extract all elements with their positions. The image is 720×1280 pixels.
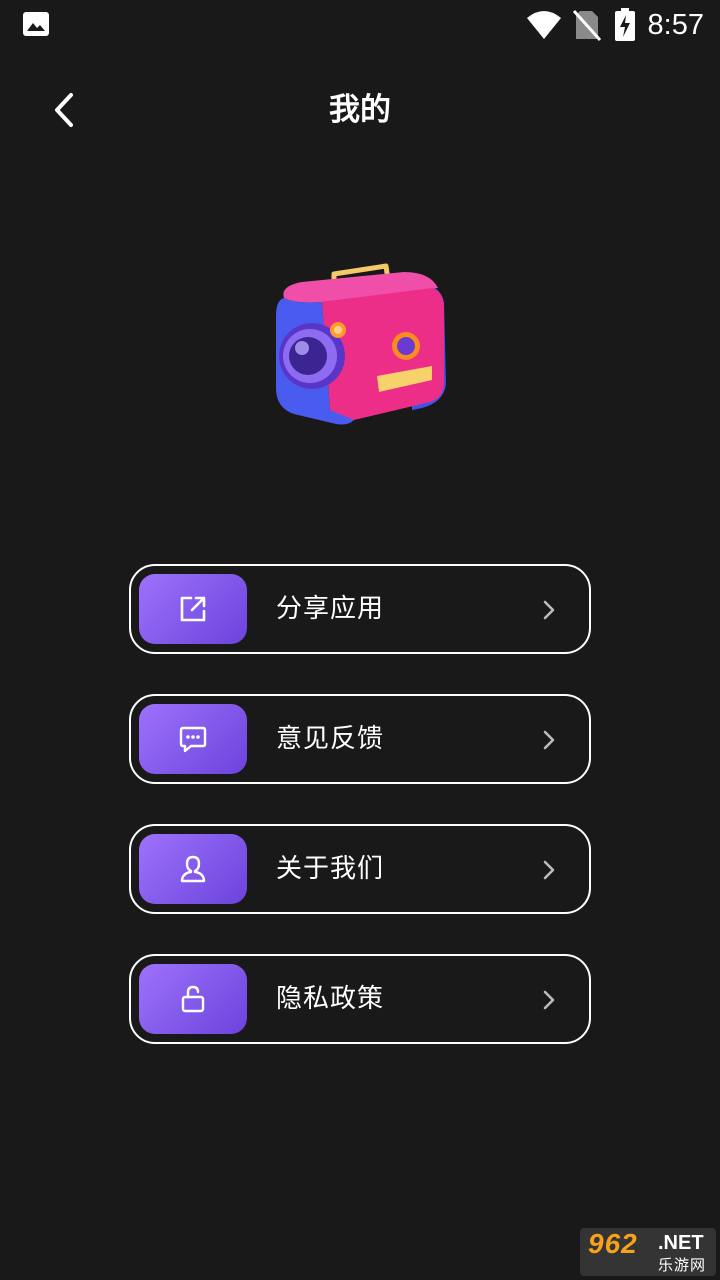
menu-item-label: 分享应用 bbox=[276, 594, 385, 624]
menu-item-label: 意见反馈 bbox=[276, 724, 385, 754]
menu-item-share-app[interactable]: 分享应用 bbox=[129, 564, 591, 654]
camera-3d-illustration bbox=[276, 263, 446, 425]
menu-icon-box bbox=[139, 704, 247, 774]
watermark-sub: 乐游网 bbox=[658, 1256, 707, 1274]
menu-icon-box bbox=[139, 964, 247, 1034]
gallery-icon bbox=[23, 12, 49, 36]
menu-icon-box bbox=[139, 574, 247, 644]
status-bar: 8:57 bbox=[0, 0, 720, 50]
menu-icon-box bbox=[139, 834, 247, 904]
menu-item-label: 隐私政策 bbox=[276, 984, 385, 1014]
watermark-net: .NET bbox=[658, 1232, 704, 1254]
menu-item-feedback[interactable]: 意见反馈 bbox=[129, 694, 591, 784]
menu-item-label: 关于我们 bbox=[276, 854, 385, 884]
battery-charging-icon bbox=[614, 8, 635, 41]
chevron-right-icon bbox=[543, 600, 555, 620]
chevron-right-icon bbox=[543, 730, 555, 750]
chevron-right-icon bbox=[543, 860, 555, 880]
user-icon bbox=[180, 855, 206, 883]
profile-screen: 8:57 我的 分享应用 意见反馈 关于我们 隐私政策 962 .NET 乐游网 bbox=[0, 0, 720, 1280]
menu-item-about-us[interactable]: 关于我们 bbox=[129, 824, 591, 914]
no-sim-icon bbox=[572, 9, 601, 41]
site-watermark: 962 .NET 乐游网 bbox=[580, 1228, 716, 1276]
page-title: 我的 bbox=[329, 92, 391, 128]
status-icons: 8:57 bbox=[526, 6, 704, 44]
unlock-icon bbox=[181, 985, 205, 1013]
wifi-icon bbox=[526, 11, 561, 39]
menu-item-privacy-policy[interactable]: 隐私政策 bbox=[129, 954, 591, 1044]
chat-bubble-icon bbox=[179, 726, 207, 753]
status-time: 8:57 bbox=[647, 8, 704, 41]
watermark-main: 962 bbox=[588, 1228, 638, 1259]
share-external-icon bbox=[180, 596, 206, 622]
chevron-right-icon bbox=[543, 990, 555, 1010]
